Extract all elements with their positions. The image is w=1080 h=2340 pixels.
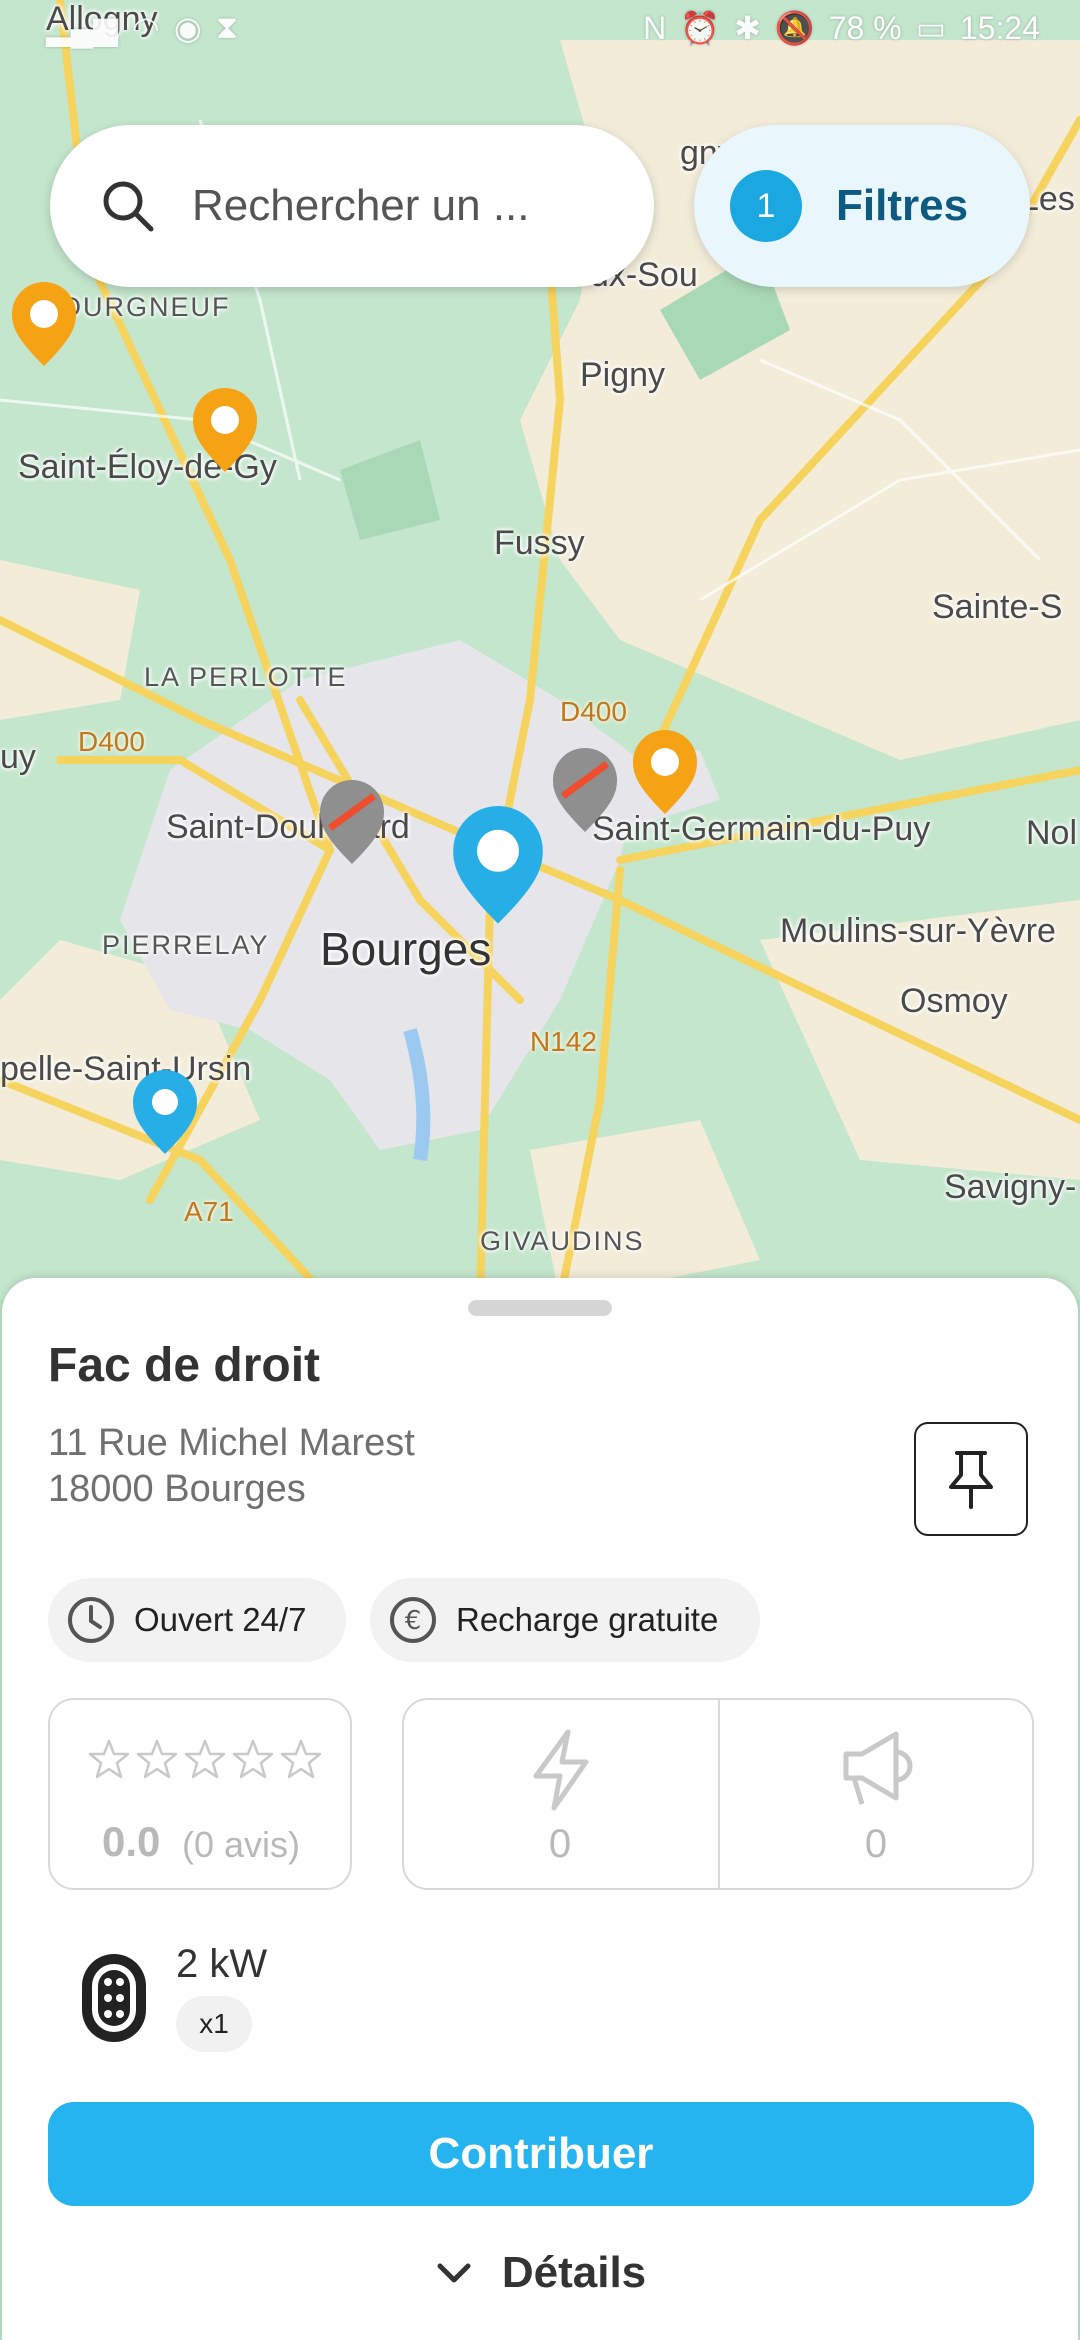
filter-count-badge: 1 (730, 170, 802, 242)
star-icon (232, 1739, 274, 1779)
type2-connector-icon (82, 1954, 146, 2042)
map-road-a71: A71 (184, 1196, 234, 1227)
status-bar-left: ▂▄▆ ◠ ◉ ⧗ (46, 9, 238, 47)
hourglass-icon: ⧗ (215, 9, 239, 45)
lightning-icon (533, 1729, 589, 1811)
status-bar: ▂▄▆ ◠ ◉ ⧗ N ⏰ ✱ 🔕 78 % ▭ 15:24 (0, 0, 1080, 56)
map-label-fussy: Fussy (494, 524, 585, 562)
map-label-uy: uy (0, 738, 36, 776)
star-icon (184, 1739, 226, 1779)
price-text: Recharge gratuite (456, 1601, 719, 1638)
pin-button[interactable] (914, 1422, 1028, 1536)
mute-icon: 🔕 (774, 10, 815, 46)
search-input[interactable] (190, 180, 614, 232)
star-icon (136, 1739, 178, 1779)
map-label-bourgneuf: OURGNEUF (60, 292, 231, 322)
stats-divider (718, 1700, 720, 1888)
map-label-nol: Nol (1026, 814, 1078, 852)
wifi-icon: ◠ (131, 10, 160, 46)
map-label-givaudins: GIVAUDINS (480, 1226, 645, 1256)
opening-hours-text: Ouvert 24/7 (134, 1601, 307, 1638)
battery-percentage: 78 % (828, 9, 902, 46)
filters-button[interactable]: 1 Filtres (694, 125, 1030, 287)
charges-count: 0 (548, 1822, 572, 1866)
connector-power: 2 kW (176, 1942, 268, 1986)
rating-count: (0 avis) (182, 1824, 301, 1865)
star-icon (280, 1739, 322, 1779)
price-chip: € Recharge gratuite (370, 1578, 760, 1662)
station-address-line1: 11 Rue Michel Marest (48, 1422, 415, 1464)
star-icon (88, 1739, 130, 1779)
map-label-pigny: Pigny (580, 356, 666, 394)
connector-quantity: x1 (176, 1996, 252, 2052)
stats-card: 0 0 (402, 1698, 1034, 1890)
chevron-down-icon (437, 2263, 471, 2283)
details-label: Détails (501, 2248, 647, 2297)
station-address-line2: 18000 Bourges (48, 1468, 306, 1510)
euro-icon: € (390, 1597, 436, 1643)
sheet-drag-handle[interactable] (468, 1300, 612, 1316)
search-bar[interactable] (50, 125, 654, 287)
map-label-saint-germain: Saint-Germain-du-Puy (592, 810, 931, 848)
map-label-saint-eloy: Saint-Éloy-de-Gy (18, 448, 277, 486)
clock-icon (68, 1597, 114, 1643)
filters-label: Filtres (836, 181, 969, 230)
rating-card[interactable]: 0.0 (0 avis) (48, 1698, 352, 1890)
status-bar-right: N ⏰ ✱ 🔕 78 % ▭ 15:24 (643, 9, 1040, 47)
map-label-sainte-s: Sainte-S (932, 588, 1063, 626)
battery-icon: ▭ (915, 10, 946, 46)
map-label-moulins: Moulins-sur-Yèvre (780, 912, 1056, 950)
map-label-pierrelay: PIERRELAY (102, 930, 270, 960)
map-label-osmoy: Osmoy (900, 982, 1008, 1020)
alarm-icon: ⏰ (680, 10, 721, 46)
map-road-d400-west: D400 (78, 726, 145, 757)
eye-icon: ◉ (173, 10, 202, 46)
rating-stars (88, 1738, 322, 1780)
details-toggle[interactable]: Détails (2, 2238, 1078, 2308)
opening-hours-chip: Ouvert 24/7 (48, 1578, 346, 1662)
megaphone-icon (843, 1731, 913, 1805)
map-label-bourges: Bourges (320, 923, 492, 975)
bluetooth-icon: ✱ (734, 10, 761, 46)
nfc-icon: N (643, 9, 667, 46)
station-name: Fac de droit (48, 1339, 321, 1392)
signal-icon: ▂▄▆ (46, 10, 118, 46)
rating-value: 0.0 (102, 1818, 161, 1865)
reports-count: 0 (864, 1822, 888, 1866)
map-road-d400-east: D400 (560, 696, 627, 727)
search-icon (103, 181, 154, 232)
pushpin-icon (949, 1451, 993, 1509)
contribute-button[interactable]: Contribuer (48, 2102, 1034, 2206)
map-label-savigny: Savigny- (944, 1168, 1077, 1206)
map-label-saint-doulchard: Saint-Doulchard (166, 808, 410, 846)
map-label-chapelle: pelle-Saint-Ursin (0, 1050, 252, 1088)
station-bottom-sheet: Fac de droit 11 Rue Michel Marest 18000 … (2, 1278, 1078, 2340)
svg-text:€: € (405, 1606, 422, 1636)
map-road-n142: N142 (530, 1026, 597, 1057)
map-label-la-perlotte: LA PERLOTTE (144, 662, 348, 692)
clock: 15:24 (959, 9, 1040, 46)
